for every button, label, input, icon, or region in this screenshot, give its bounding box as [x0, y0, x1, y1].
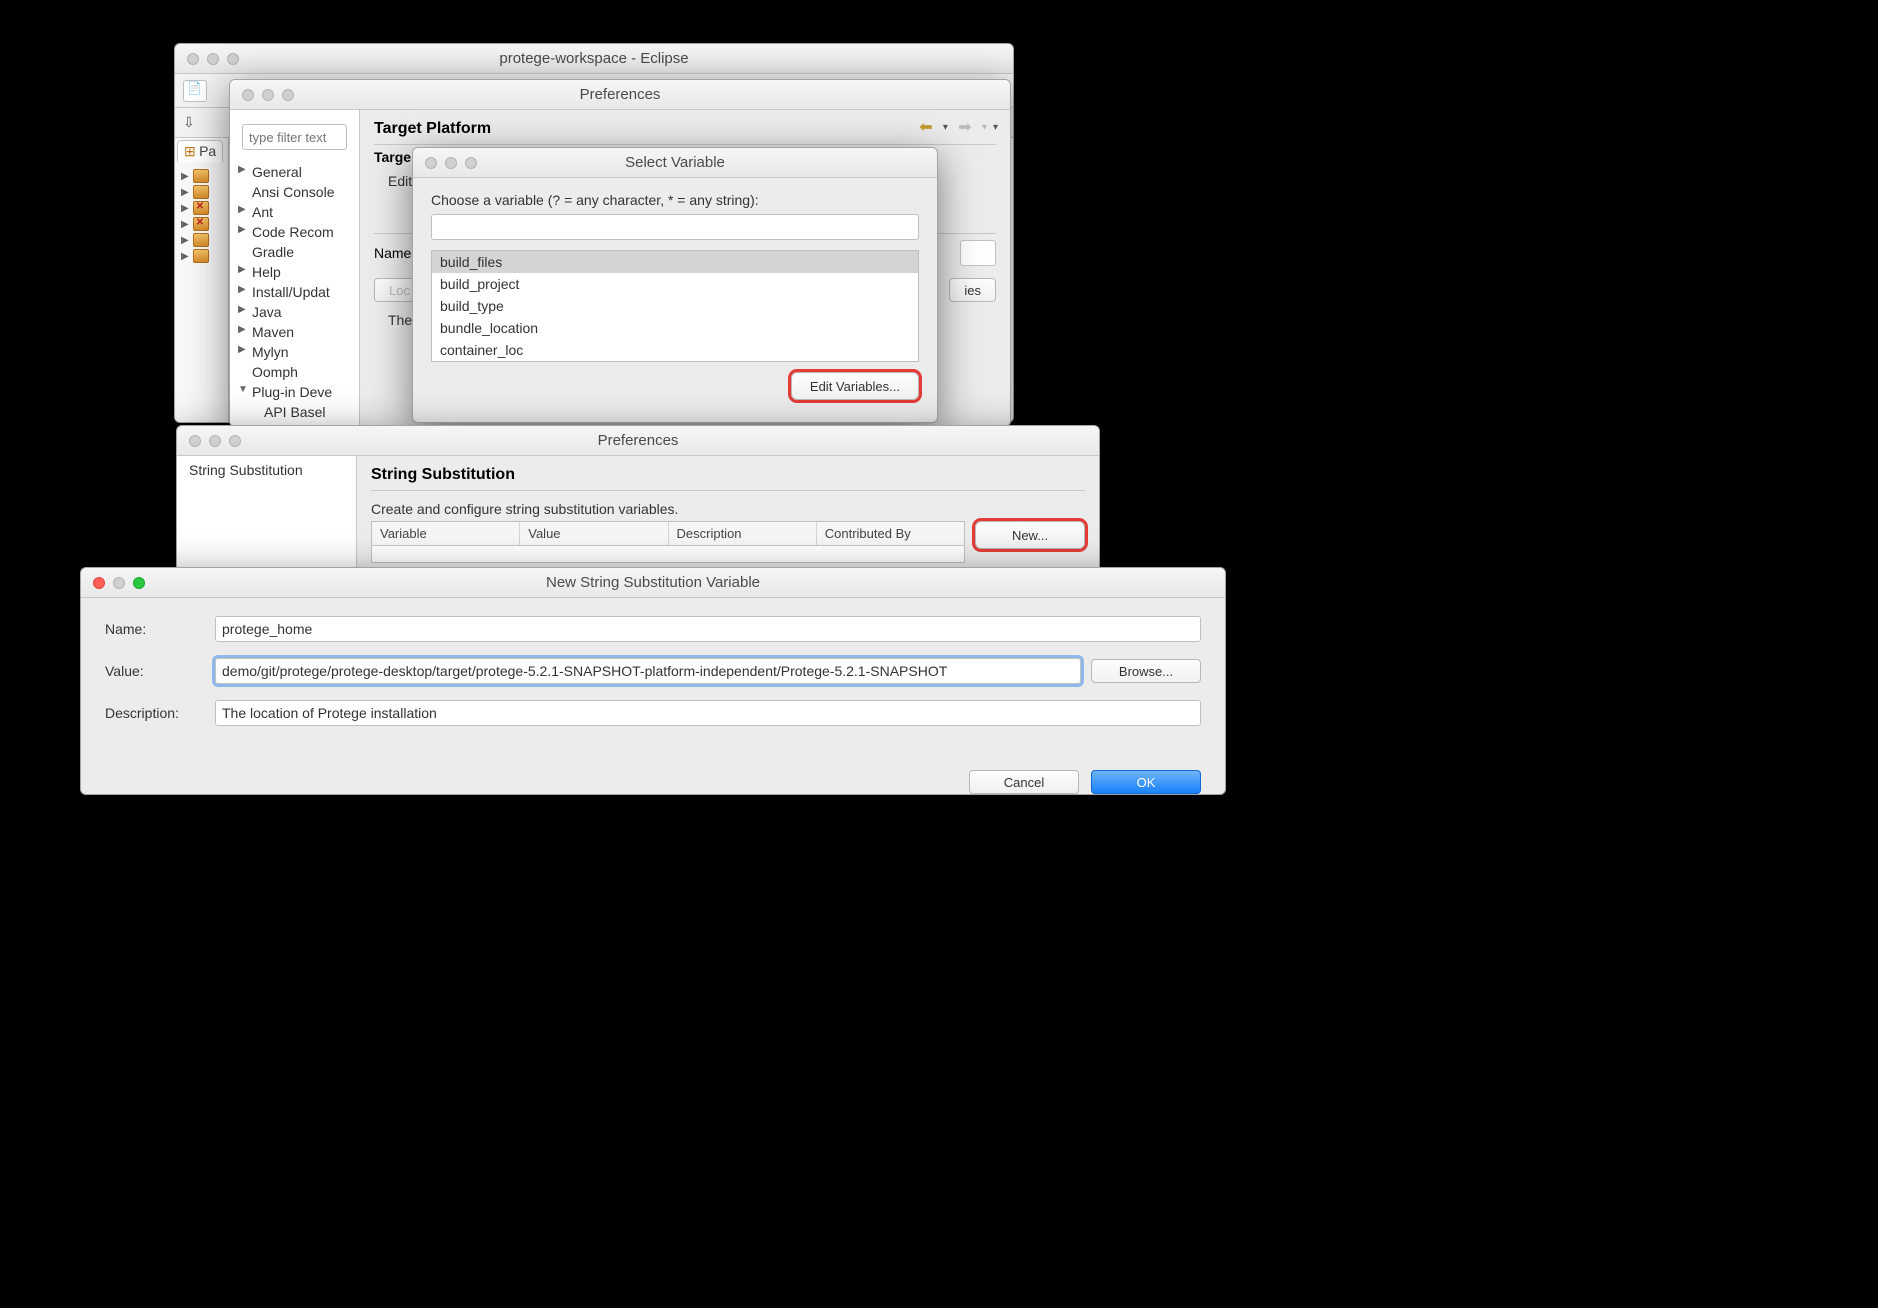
tree-ant[interactable]: Ant — [234, 202, 355, 222]
name-label: Name: — [105, 621, 215, 637]
tree-gradle[interactable]: Gradle — [234, 242, 355, 262]
close-icon[interactable] — [187, 53, 199, 65]
window-controls — [413, 157, 477, 169]
list-item[interactable]: container_loc — [432, 339, 918, 361]
minimize-icon[interactable] — [445, 157, 457, 169]
package-item[interactable]: ▶ — [181, 248, 222, 264]
package-item[interactable]: ▶ — [181, 168, 222, 184]
selvar-title: Select Variable — [413, 154, 937, 171]
edit-variables-button[interactable]: Edit Variables... — [791, 372, 919, 400]
prefs2-page-title: String Substitution — [357, 456, 1099, 490]
close-icon[interactable] — [242, 89, 254, 101]
tree-help[interactable]: Help — [234, 262, 355, 282]
prefs2-titlebar: Preferences — [177, 426, 1099, 456]
zoom-icon[interactable] — [133, 577, 145, 589]
tree-java[interactable]: Java — [234, 302, 355, 322]
name-input[interactable] — [215, 616, 1201, 642]
prefs1-titlebar: Preferences — [230, 80, 1010, 110]
eclipse-title: protege-workspace - Eclipse — [175, 50, 1013, 67]
prefs-tree-panel: General Ansi Console Ant Code Recom Grad… — [230, 110, 360, 427]
package-item[interactable]: ▶ — [181, 200, 222, 216]
tree-mylyn[interactable]: Mylyn — [234, 342, 355, 362]
page-title: Target Platform — [360, 110, 1010, 144]
col-contrib[interactable]: Contributed By — [817, 522, 964, 545]
browse-button[interactable]: Browse... — [1091, 659, 1201, 683]
package-explorer-tab[interactable]: ⊞ Pa — [177, 140, 223, 162]
toolbar-new-icon[interactable]: 📄 — [183, 80, 207, 102]
variable-list[interactable]: build_files build_project build_type bun… — [431, 250, 919, 362]
tree-maven[interactable]: Maven — [234, 322, 355, 342]
window-controls — [230, 89, 294, 101]
col-value[interactable]: Value — [520, 522, 668, 545]
close-icon[interactable] — [93, 577, 105, 589]
variables-table[interactable]: Variable Value Description Contributed B… — [371, 521, 965, 563]
sidebar-string-sub[interactable]: String Substitution — [177, 456, 356, 484]
list-item[interactable]: build_project — [432, 273, 918, 295]
selvar-titlebar: Select Variable — [413, 148, 937, 178]
select-variable-dialog: Select Variable Choose a variable (? = a… — [412, 147, 938, 423]
debug-icon[interactable]: ⇩ — [183, 114, 195, 131]
selvar-prompt: Choose a variable (? = any character, * … — [413, 178, 937, 214]
package-item[interactable]: ▶ — [181, 184, 222, 200]
variable-filter-input[interactable] — [431, 214, 919, 240]
new-button[interactable]: New... — [975, 521, 1085, 549]
list-item[interactable]: build_files — [432, 251, 918, 273]
tree-general[interactable]: General — [234, 162, 355, 182]
window-controls — [177, 435, 241, 447]
ok-button[interactable]: OK — [1091, 770, 1201, 794]
filter-input[interactable] — [242, 124, 347, 150]
window-controls — [81, 577, 145, 589]
minimize-icon[interactable] — [262, 89, 274, 101]
ies-button[interactable]: ies — [949, 278, 996, 302]
zoom-icon[interactable] — [465, 157, 477, 169]
minimize-icon[interactable] — [113, 577, 125, 589]
value-input[interactable] — [215, 658, 1081, 684]
prefs2-title: Preferences — [177, 432, 1099, 449]
eclipse-titlebar: protege-workspace - Eclipse — [175, 44, 1013, 74]
prefs2-desc: Create and configure string substitution… — [357, 491, 1099, 521]
tree-code[interactable]: Code Recom — [234, 222, 355, 242]
col-desc[interactable]: Description — [669, 522, 817, 545]
minimize-icon[interactable] — [207, 53, 219, 65]
desc-label: Description: — [105, 705, 215, 721]
close-icon[interactable] — [425, 157, 437, 169]
fwd-arrow-icon[interactable]: ➡ — [954, 118, 976, 136]
preferences-window-2: Preferences String Substitution String S… — [176, 425, 1100, 575]
list-item[interactable]: bundle_location — [432, 317, 918, 339]
minimize-icon[interactable] — [209, 435, 221, 447]
list-item[interactable]: build_type — [432, 295, 918, 317]
newvar-title: New String Substitution Variable — [81, 574, 1225, 591]
package-item[interactable]: ▶ — [181, 232, 222, 248]
prefs1-title: Preferences — [230, 86, 1010, 103]
tree-plugin[interactable]: Plug-in Deve — [234, 382, 355, 402]
col-variable[interactable]: Variable — [372, 522, 520, 545]
zoom-icon[interactable] — [229, 435, 241, 447]
package-item[interactable]: ▶ — [181, 216, 222, 232]
tree-install[interactable]: Install/Updat — [234, 282, 355, 302]
tree-oomph[interactable]: Oomph — [234, 362, 355, 382]
value-label: Value: — [105, 663, 215, 679]
close-icon[interactable] — [189, 435, 201, 447]
back-arrow-icon[interactable]: ⬅ — [915, 118, 937, 136]
window-controls — [175, 53, 239, 65]
name-field-partial[interactable] — [960, 240, 996, 266]
menu-arrow-icon[interactable]: ▾ — [993, 122, 998, 133]
cancel-button[interactable]: Cancel — [969, 770, 1079, 794]
desc-input[interactable] — [215, 700, 1201, 726]
newvar-titlebar: New String Substitution Variable — [81, 568, 1225, 598]
name-label: Name: — [374, 245, 415, 261]
zoom-icon[interactable] — [282, 89, 294, 101]
new-variable-dialog: New String Substitution Variable Name: V… — [80, 567, 1226, 795]
tree-ansi[interactable]: Ansi Console — [234, 182, 355, 202]
zoom-icon[interactable] — [227, 53, 239, 65]
prefs2-sidebar: String Substitution — [177, 456, 357, 575]
tree-api[interactable]: API Basel — [234, 402, 355, 422]
